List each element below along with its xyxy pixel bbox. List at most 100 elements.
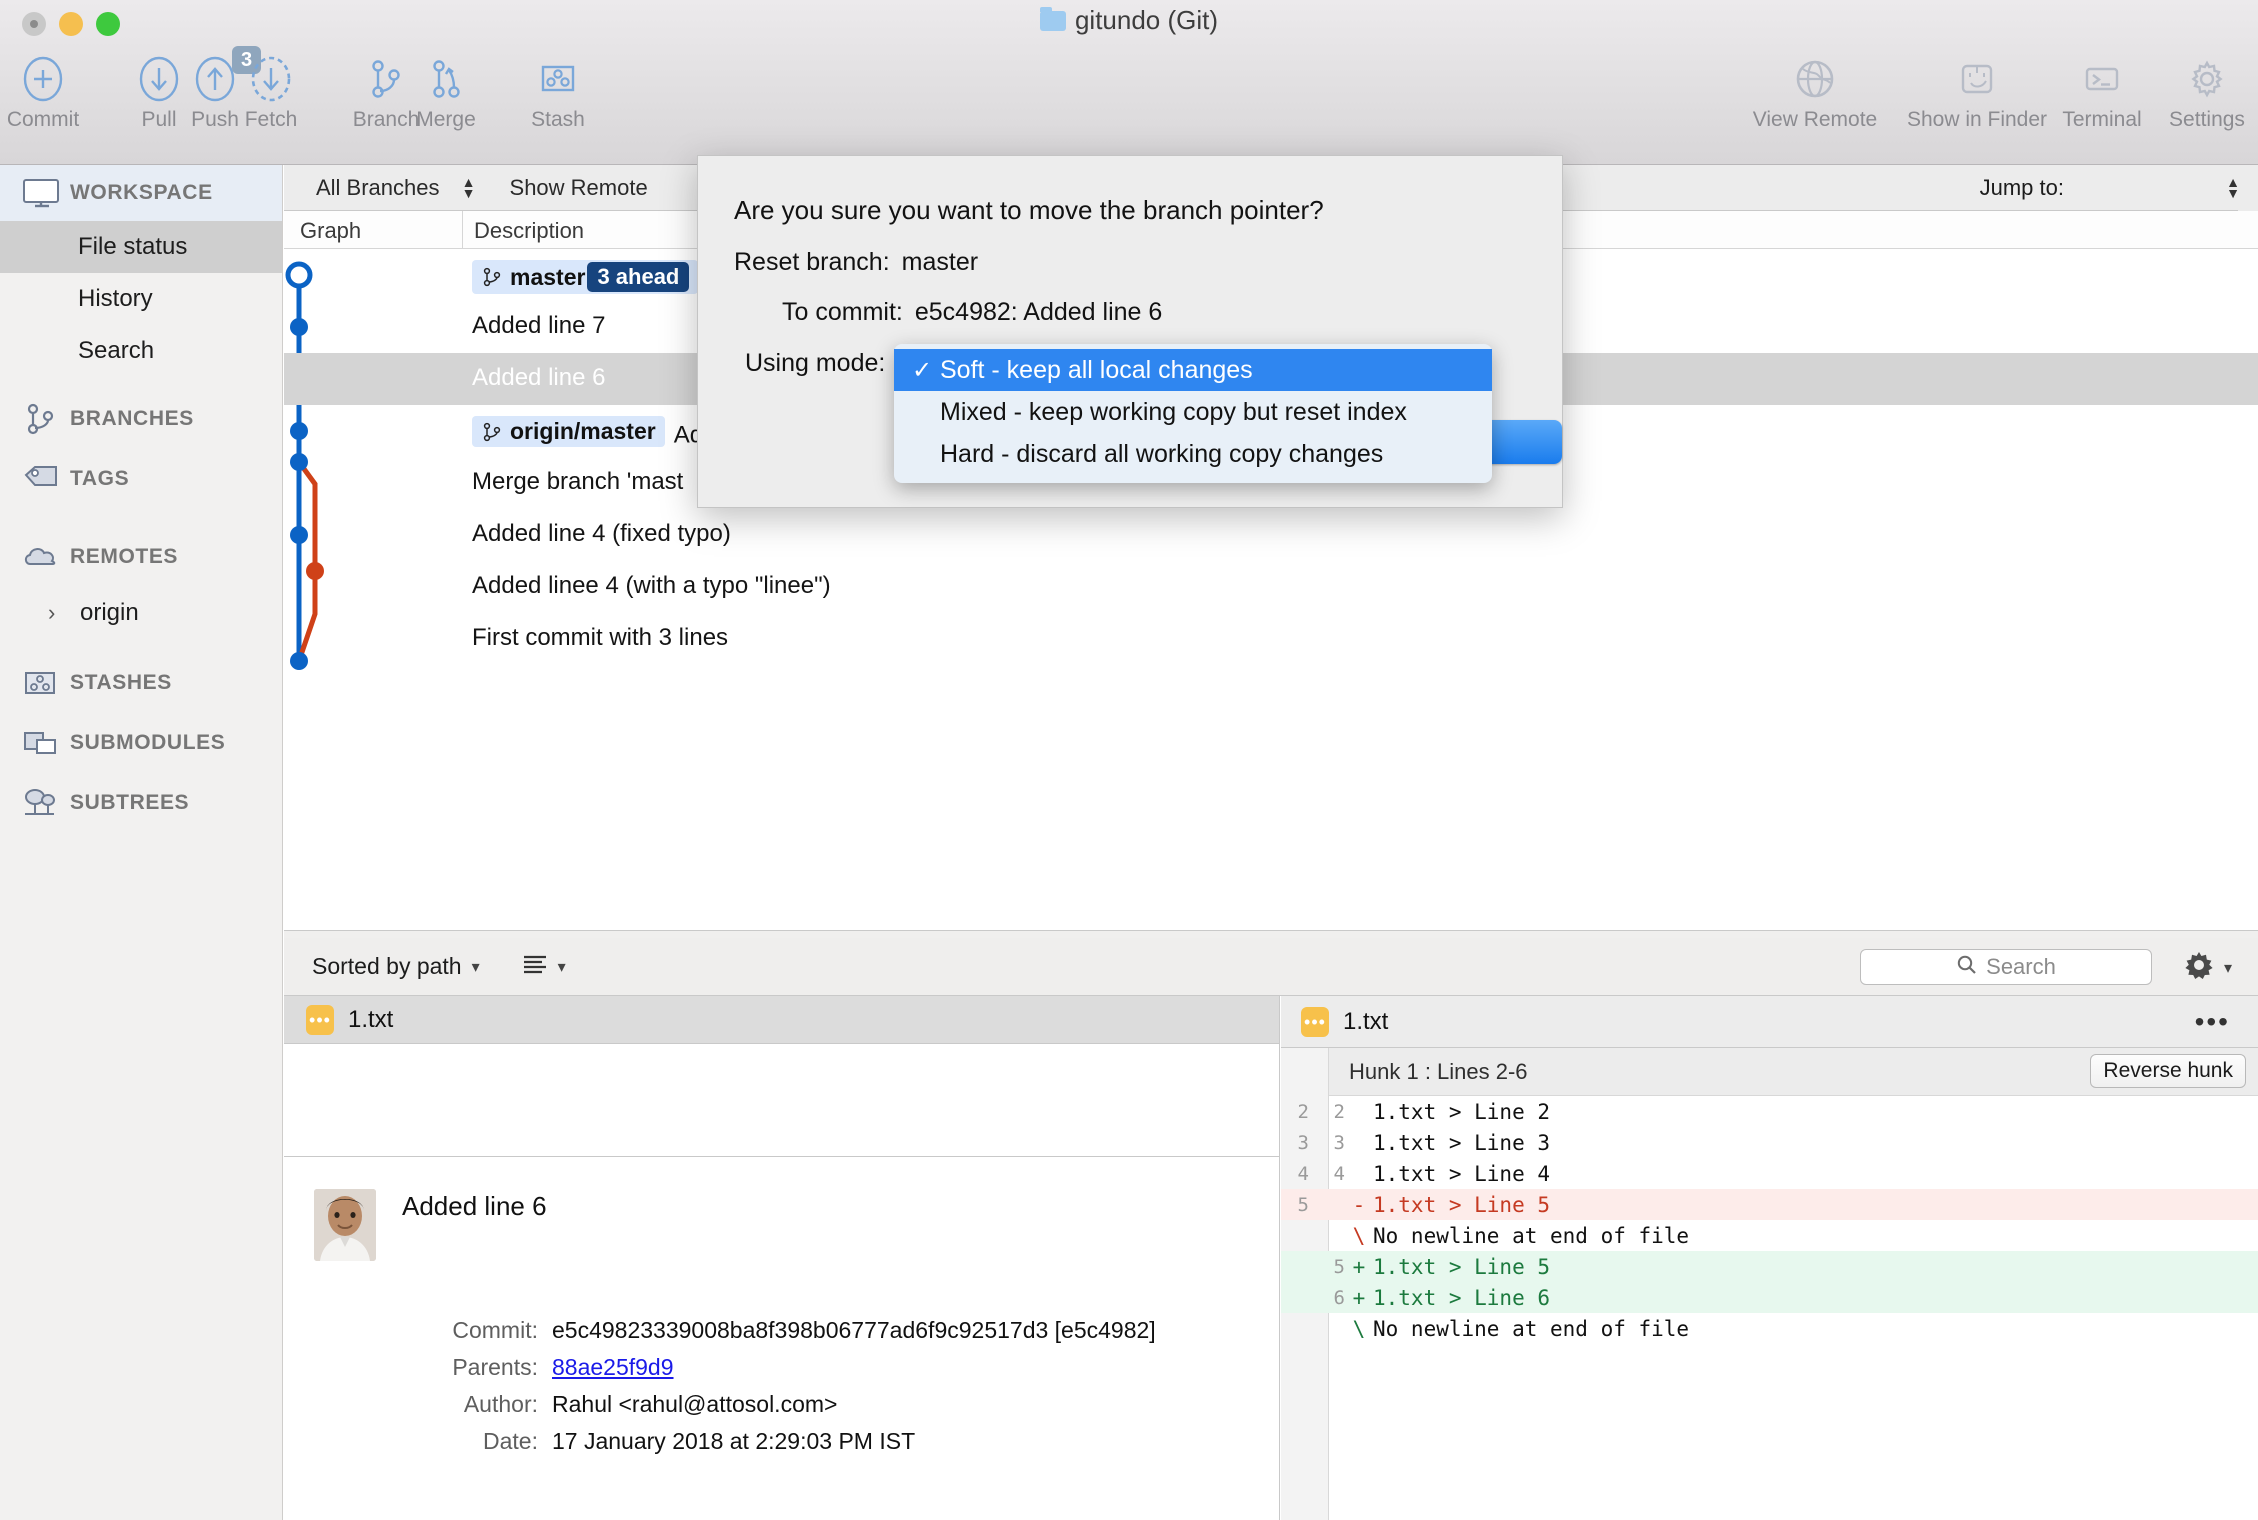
commit-field-value: Rahul <rahul@attosol.com> <box>552 1391 838 1417</box>
sidebar-group-stashes[interactable]: STASHES <box>0 655 282 711</box>
sidebar-item-file-status[interactable]: File status <box>0 221 282 273</box>
toolbar-label-settings: Settings <box>2169 108 2245 131</box>
toolbar-button-settings[interactable]: Settings <box>2132 52 2258 132</box>
panel-splitter[interactable] <box>284 930 2258 938</box>
column-divider[interactable] <box>462 211 463 249</box>
diff-new-line-number: 6 <box>1333 1286 1345 1309</box>
sidebar-group-label-submodules: SUBMODULES <box>70 731 226 754</box>
dropdown-option-soft[interactable]: ✓ Soft - keep all local changes <box>894 349 1492 391</box>
dropdown-option-label: Hard - discard all working copy changes <box>940 439 1384 468</box>
table-row[interactable]: Added line 4 (fixed typo) <box>284 509 2258 561</box>
branch-ref-pill[interactable]: origin/master <box>472 416 665 447</box>
window-title: gitundo (Git) <box>0 5 2258 36</box>
dropdown-option-label: Soft - keep all local changes <box>940 355 1253 384</box>
commit-field-date: Date: 17 January 2018 at 2:29:03 PM IST <box>284 1428 1279 1455</box>
commit-field-key: Commit: <box>452 1317 538 1343</box>
diff-text: No newline at end of file <box>1373 1223 1690 1248</box>
diff-line: 2 2 1.txt > Line 2 <box>1281 1096 2258 1127</box>
diff-text: 1.txt > Line 6 <box>1373 1285 1551 1310</box>
commit-detail-fields: Commit: e5c49823339008ba8f398b06777ad6f9… <box>284 1317 1279 1455</box>
diff-sign: \ <box>1352 1316 1366 1341</box>
arrow-down-dashed-circle-icon <box>206 52 336 106</box>
chevron-down-icon: ▾ <box>557 958 566 976</box>
sort-by-dropdown[interactable]: Sorted by path ▾ <box>312 953 480 980</box>
diff-line: 5 + 1.txt > Line 5 <box>1281 1251 2258 1282</box>
dialog-title: Are you sure you want to move the branch… <box>734 195 1324 225</box>
toolbar-button-fetch[interactable]: Fetch <box>206 52 336 132</box>
reset-mode-dropdown-menu: ✓ Soft - keep all local changes Mixed - … <box>894 344 1492 483</box>
sidebar-group-branches[interactable]: BRANCHES <box>0 391 282 447</box>
search-input[interactable]: Search <box>1860 949 2152 985</box>
monitor-icon <box>22 177 70 209</box>
reverse-hunk-button[interactable]: Reverse hunk <box>2090 1054 2246 1088</box>
diff-text: 1.txt > Line 2 <box>1373 1099 1551 1124</box>
titlebar: gitundo (Git) Commit Pull 3 Push Fetch B… <box>0 0 2258 165</box>
sidebar-group-label-stashes: STASHES <box>70 671 172 694</box>
list-view-dropdown[interactable]: ▾ <box>522 953 566 981</box>
toolbar-button-merge[interactable]: Merge <box>381 52 511 132</box>
more-options-icon[interactable]: ••• <box>2195 1007 2230 1035</box>
diff-sign: + <box>1352 1285 1366 1310</box>
list-item[interactable]: ••• 1.txt <box>284 996 1279 1044</box>
diff-old-line-number: 2 <box>1297 1100 1309 1123</box>
modified-file-icon: ••• <box>306 1004 334 1035</box>
chevron-down-icon: ▾ <box>471 958 480 976</box>
cloud-icon <box>22 544 70 570</box>
file-name-label: 1.txt <box>348 1005 394 1033</box>
branch-filter-stepper[interactable]: ▲ ▼ <box>460 175 478 200</box>
diff-sign: \ <box>1352 1223 1366 1248</box>
diff-old-line-number: 4 <box>1297 1162 1309 1185</box>
sidebar-group-workspace[interactable]: WORKSPACE <box>0 165 282 221</box>
jump-to-label: Jump to: <box>1979 174 2064 200</box>
branch-ref-pill[interactable]: master 3 ahead <box>472 260 699 294</box>
sidebar-item-history[interactable]: History <box>0 273 282 325</box>
table-row[interactable]: First commit with 3 lines <box>284 613 2258 665</box>
table-row[interactable]: Added linee 4 (with a typo "linee") <box>284 561 2258 613</box>
subtrees-icon <box>22 787 70 819</box>
to-commit-label: To commit: <box>782 298 903 326</box>
scroll-corner <box>2238 165 2258 211</box>
commit-field-parents: Parents: 88ae25f9d9 <box>284 1354 1279 1381</box>
show-remote-toggle[interactable]: Show Remote <box>510 175 648 201</box>
branch-filter-dropdown[interactable]: All Branches <box>316 175 440 201</box>
files-settings-dropdown[interactable]: ▾ <box>2184 950 2232 985</box>
toolbar-label-fetch: Fetch <box>244 108 298 131</box>
jump-to-control[interactable]: Jump to: ▲ ▼ <box>1980 175 2242 201</box>
commit-description: Added line 4 (fixed typo) <box>472 520 731 547</box>
column-header-graph[interactable]: Graph <box>300 218 361 244</box>
commit-description: Added linee 4 (with a typo "linee") <box>472 572 831 599</box>
diff-old-line-number: 5 <box>1297 1193 1309 1216</box>
branch-icon <box>481 266 503 288</box>
sidebar-item-search[interactable]: Search <box>0 325 282 377</box>
gear-icon <box>2184 950 2214 985</box>
toolbar-button-stash[interactable]: Stash <box>493 52 623 132</box>
sidebar-group-remotes[interactable]: REMOTES <box>0 529 282 585</box>
sidebar-group-subtrees[interactable]: SUBTREES <box>0 775 282 831</box>
column-header-description[interactable]: Description <box>474 218 584 244</box>
chevron-right-icon[interactable]: › <box>48 600 70 626</box>
branch-ref-name: origin/master <box>510 418 656 444</box>
sidebar-group-label-tags: TAGS <box>70 467 130 490</box>
sidebar-item-origin[interactable]: › origin <box>0 585 282 641</box>
commit-field-value: 17 January 2018 at 2:29:03 PM IST <box>552 1428 916 1454</box>
sidebar-item-label-file-status: File status <box>78 233 188 260</box>
commit-description: master 3 ahead <box>472 260 707 295</box>
reset-branch-label: Reset branch: <box>734 248 890 276</box>
sidebar-group-label-remotes: REMOTES <box>70 545 179 568</box>
hunk-label: Hunk 1 : Lines 2-6 <box>1349 1058 1528 1084</box>
window-title-text: gitundo (Git) <box>1074 5 1219 35</box>
diff-new-line-number: 2 <box>1333 1100 1345 1123</box>
chevron-down-icon: ▾ <box>2223 959 2232 977</box>
reset-branch-value: master <box>901 248 979 276</box>
dropdown-option-mixed[interactable]: Mixed - keep working copy but reset inde… <box>894 391 1492 433</box>
toolbar-button-commit[interactable]: Commit <box>0 52 108 132</box>
diff-lines: 2 2 1.txt > Line 2 3 3 1.txt > Line 3 4 4 1… <box>1281 1096 2258 1344</box>
commit-description: origin/master Add <box>472 416 716 450</box>
sidebar-group-tags[interactable]: TAGS <box>0 451 282 507</box>
sidebar-group-submodules[interactable]: SUBMODULES <box>0 715 282 771</box>
using-mode-field[interactable]: Using mode: <box>745 349 885 378</box>
dropdown-option-hard[interactable]: Hard - discard all working copy changes <box>894 433 1492 475</box>
commit-detail: Added line 6 Commit: e5c49823339008ba8f3… <box>284 1157 1279 1455</box>
diff-new-line-number: 5 <box>1333 1255 1345 1278</box>
parent-commit-link[interactable]: 88ae25f9d9 <box>552 1354 674 1380</box>
